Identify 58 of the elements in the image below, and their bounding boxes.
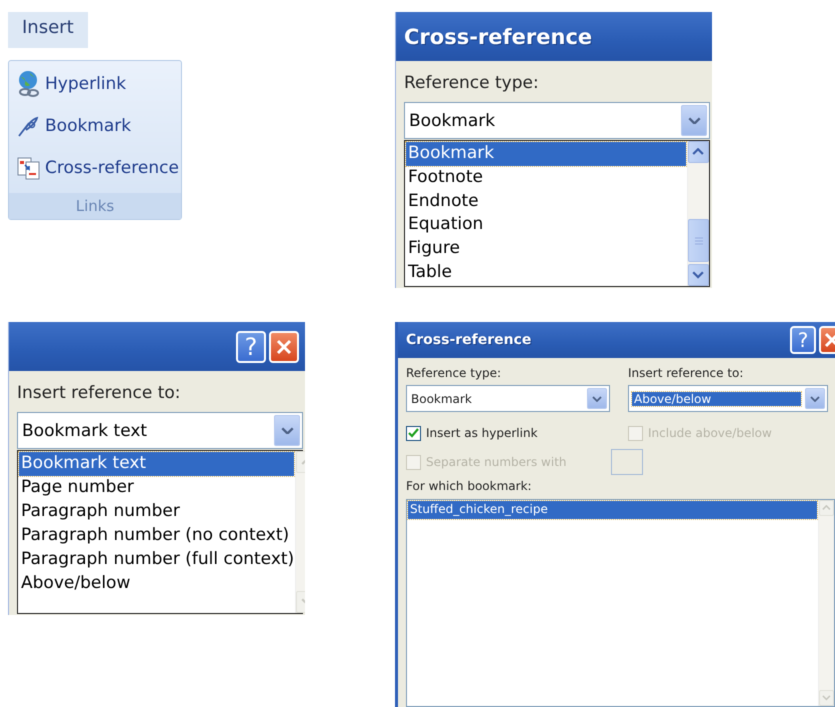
- caret-up-icon: [822, 505, 831, 511]
- close-button[interactable]: [269, 330, 299, 362]
- field-label: Reference type:: [404, 73, 540, 95]
- help-button[interactable]: ?: [790, 326, 816, 354]
- ribbon-button[interactable]: Cross-reference: [17, 151, 181, 184]
- window-title: Cross-reference: [404, 24, 594, 48]
- list-item[interactable]: Bookmark: [406, 142, 686, 166]
- list-item[interactable]: Figure: [406, 237, 686, 262]
- dropdown-arrow-button[interactable]: [587, 388, 607, 409]
- caret-down-icon: [810, 396, 820, 402]
- globe-chain-icon: [17, 70, 41, 98]
- list-item[interactable]: Page number: [19, 476, 294, 500]
- field-label: Reference type:: [406, 366, 502, 380]
- field-label: Insert reference to:: [17, 383, 182, 405]
- list-item[interactable]: Above/below: [19, 572, 294, 596]
- list-item[interactable]: Paragraph number (full context): [19, 548, 294, 572]
- separator-field: [610, 449, 643, 475]
- checkbox-label: Include above/below: [648, 426, 772, 440]
- caret-down-icon: [280, 426, 294, 434]
- list-item[interactable]: Stuffed_chicken_recipe: [408, 501, 817, 519]
- caret-down-icon: [822, 695, 831, 701]
- list-item[interactable]: Bookmark text: [19, 452, 294, 476]
- caret-down-icon: [688, 116, 700, 124]
- checkmark-icon: [408, 428, 419, 438]
- group-label: Links: [9, 193, 181, 219]
- list-item[interactable]: Paragraph number: [19, 500, 294, 524]
- ribbon-button[interactable]: Bookmark: [17, 109, 181, 142]
- dropdown-arrow-button[interactable]: [274, 415, 300, 446]
- dropdown[interactable]: Bookmark: [406, 385, 610, 412]
- dropdown[interactable]: Above/below: [628, 385, 828, 412]
- list-item[interactable]: Equation: [406, 213, 686, 238]
- scroll-down-button[interactable]: [688, 264, 709, 286]
- caret-down-icon: [692, 271, 705, 279]
- checkbox[interactable]: [406, 426, 421, 440]
- list-item[interactable]: Footnote: [406, 166, 686, 190]
- dropdown-arrow-button[interactable]: [681, 105, 707, 136]
- list-item[interactable]: Paragraph number (no context): [19, 524, 294, 548]
- scroll-up-button[interactable]: [688, 141, 709, 163]
- close-icon: [276, 338, 292, 354]
- checkbox-label: Separate numbers with: [426, 455, 567, 469]
- field-label: For which bookmark:: [406, 479, 533, 493]
- scrollbar[interactable]: [687, 141, 709, 286]
- window-title: Cross-reference: [406, 332, 532, 348]
- dropdown[interactable]: Bookmark: [404, 102, 710, 139]
- list-item[interactable]: Endnote: [406, 190, 686, 214]
- checkbox-label: Insert as hyperlink: [426, 426, 538, 440]
- grip-icon: [694, 236, 702, 244]
- caret-down-icon: [592, 396, 602, 402]
- scroll-thumb[interactable]: [688, 219, 709, 262]
- field-label: Insert reference to:: [628, 366, 744, 380]
- list-item[interactable]: Table: [406, 261, 686, 285]
- pages-arrow-icon: [17, 156, 41, 180]
- ribbon-tab[interactable]: Insert: [8, 12, 88, 48]
- pen-icon: [17, 114, 41, 136]
- dropdown[interactable]: Bookmark text: [17, 412, 303, 449]
- dropdown-arrow-button[interactable]: [805, 388, 825, 409]
- ribbon-button[interactable]: Hyperlink: [17, 67, 181, 100]
- caret-up-icon: [692, 148, 705, 156]
